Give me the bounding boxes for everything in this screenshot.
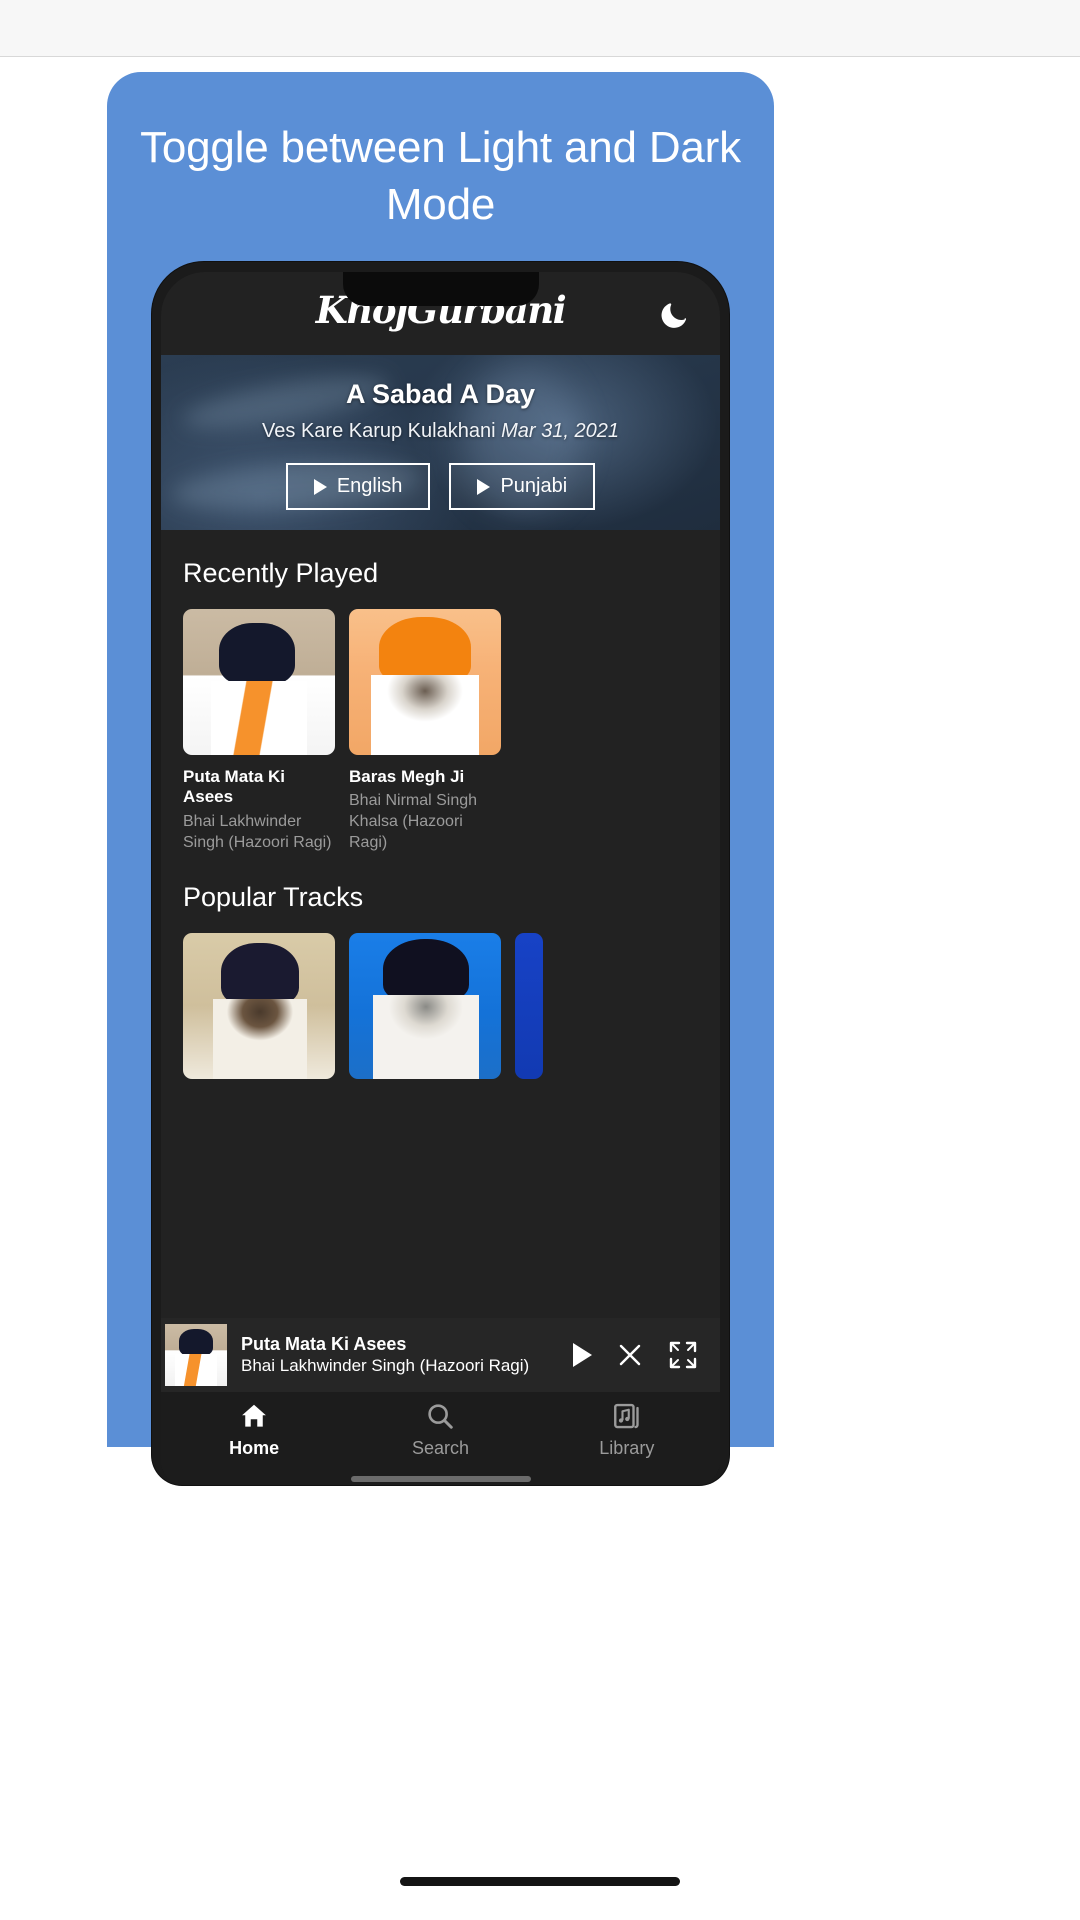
play-english-button[interactable]: English [285, 463, 431, 510]
track-artwork [183, 932, 335, 1079]
banner-title: A Sabad A Day [345, 379, 536, 409]
page-home-bar [400, 1877, 680, 1886]
banner-date: Mar 31, 2021 [501, 420, 619, 442]
sabad-of-the-day-banner: A Sabad A Day Ves Kare Karup Kulakhani M… [161, 355, 720, 530]
nav-label-home: Home [229, 1437, 280, 1458]
bottom-navigation: Home Search Library [161, 1392, 720, 1485]
play-icon[interactable] [573, 1343, 592, 1367]
track-artwork [349, 932, 501, 1079]
track-artwork [515, 932, 543, 1079]
mini-player-title: Puta Mata Ki Asees [241, 1333, 407, 1354]
mini-player-meta: Puta Mata Ki Asees Bhai Lakhwinder Singh… [241, 1333, 573, 1378]
track-card[interactable] [515, 932, 543, 1079]
home-icon [242, 1404, 267, 1427]
nav-label-library: Library [599, 1437, 655, 1458]
track-artwork [349, 609, 501, 755]
search-icon [428, 1403, 454, 1429]
mini-player[interactable]: Puta Mata Ki Asees Bhai Lakhwinder Singh… [161, 1318, 720, 1392]
expand-icon[interactable] [668, 1340, 698, 1370]
phone-screen: KhojGurbani A Sabad A Day Ves Kare Karup… [161, 272, 720, 1485]
nav-item-search[interactable]: Search [347, 1392, 533, 1485]
recently-played-card-row[interactable]: Puta Mata Ki Asees Bhai Lakhwinder Singh… [161, 589, 720, 854]
track-title: Puta Mata Ki Asees [183, 767, 286, 807]
play-punjabi-button[interactable]: Punjabi [449, 463, 596, 510]
nav-item-library[interactable]: Library [534, 1392, 720, 1485]
mini-player-artwork [165, 1324, 227, 1386]
promo-headline: Toggle between Light and Dark Mode [140, 123, 741, 229]
mini-player-controls [573, 1340, 698, 1370]
track-artist: Bhai Lakhwinder Singh (Hazoori Ragi) [183, 812, 332, 851]
track-card[interactable] [183, 932, 335, 1079]
popular-tracks-card-row[interactable] [161, 913, 720, 1079]
track-artist: Bhai Nirmal Singh Khalsa (Hazoori Ragi) [349, 792, 478, 851]
phone-home-indicator [350, 1476, 531, 1482]
moon-icon[interactable] [660, 298, 692, 330]
track-card[interactable]: Baras Megh Ji Bhai Nirmal Singh Khalsa (… [349, 609, 501, 854]
banner-sabad-name: Ves Kare Karup Kulakhani [262, 420, 496, 442]
track-card[interactable]: Puta Mata Ki Asees Bhai Lakhwinder Singh… [183, 609, 335, 854]
play-english-label: English [336, 475, 403, 497]
page-top-strip [0, 0, 1080, 57]
nav-label-search: Search [411, 1437, 470, 1458]
phone-notch [342, 272, 539, 306]
play-icon [313, 478, 327, 495]
nav-item-home[interactable]: Home [161, 1392, 347, 1485]
section-title-recently-played: Recently Played [183, 558, 379, 588]
track-title: Baras Megh Ji [349, 767, 465, 786]
phone-device-frame: KhojGurbani A Sabad A Day Ves Kare Karup… [152, 262, 729, 1485]
play-punjabi-label: Punjabi [500, 475, 568, 497]
section-title-popular-tracks: Popular Tracks [183, 881, 364, 912]
banner-subtitle: Ves Kare Karup Kulakhani Mar 31, 2021 [161, 420, 720, 443]
library-icon [613, 1403, 639, 1428]
close-icon[interactable] [616, 1341, 644, 1369]
banner-language-buttons: English Punjabi [161, 463, 720, 510]
track-card[interactable] [349, 932, 501, 1079]
play-icon [477, 478, 491, 495]
track-artwork [183, 609, 335, 755]
mini-player-artist: Bhai Lakhwinder Singh (Hazoori Ragi) [241, 1356, 530, 1376]
